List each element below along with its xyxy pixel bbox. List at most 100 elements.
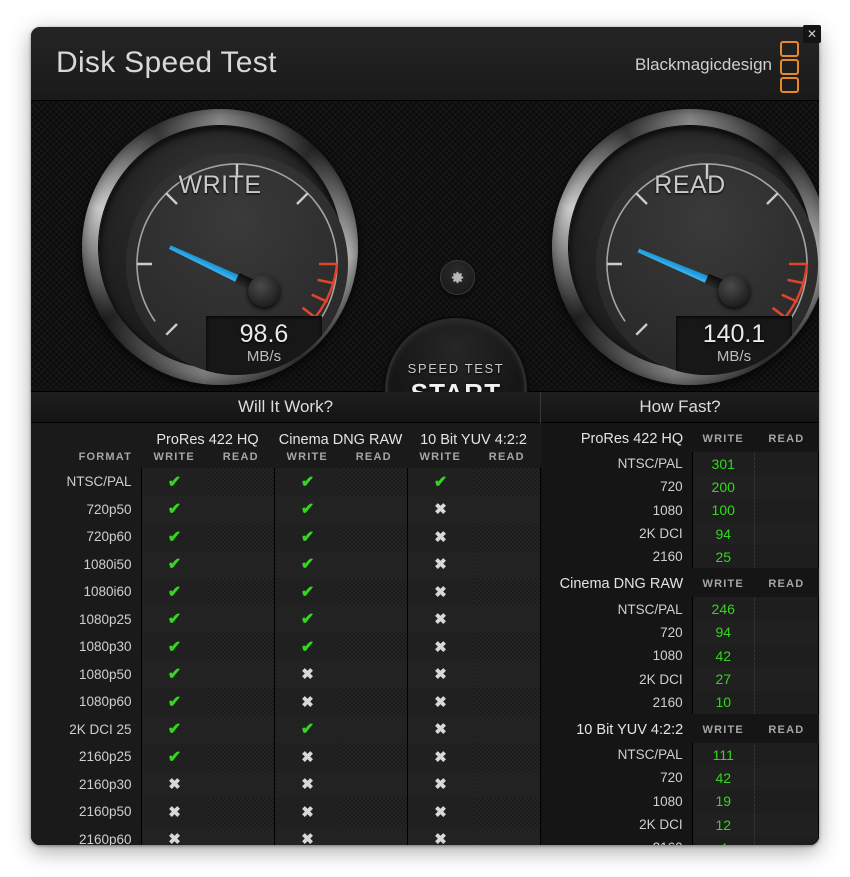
read-support-cell <box>208 551 275 579</box>
write-speed-value: 100 <box>691 498 755 522</box>
read-unit: MB/s <box>716 348 752 365</box>
cross-icon: ✖ <box>434 721 447 739</box>
how-fast-write-header: WRITE <box>702 578 744 591</box>
cross-icon: ✖ <box>168 803 181 821</box>
how-fast-group-header: ProRes 422 HQ WRITE READ <box>541 423 819 452</box>
write-support-cell: ✖ <box>406 743 474 771</box>
format-label: 1080p30 <box>31 633 141 661</box>
read-support-cell <box>208 468 275 496</box>
start-button-caption: SPEED TEST <box>407 361 505 376</box>
table-row: 1080p50 ✔ ✖ ✖ <box>31 660 541 688</box>
read-support-cell <box>473 495 541 523</box>
cross-icon: ✖ <box>301 803 314 821</box>
check-icon: ✔ <box>300 611 315 629</box>
format-label: 2160p60 <box>31 825 141 845</box>
how-fast-table: Cinema DNG RAW WRITE READ NTSC/PAL 246 720 94 1… <box>541 568 819 714</box>
cross-icon: ✖ <box>434 776 447 794</box>
how-fast-read-header: READ <box>768 723 805 736</box>
cross-icon: ✖ <box>301 666 314 684</box>
table-row: 21604 <box>541 836 819 845</box>
table-row: 1080p30 ✔ ✔ ✖ <box>31 633 541 661</box>
table-row: 2K DCI 12 <box>541 812 819 837</box>
read-support-cell <box>473 550 541 578</box>
write-support-cell: ✔ <box>140 633 208 661</box>
read-speed-value <box>753 452 819 476</box>
read-support-cell <box>473 743 541 771</box>
read-support-cell <box>208 578 275 606</box>
write-support-cell: ✖ <box>140 798 208 826</box>
table-row: 2160p30 ✖ ✖ ✖ <box>31 770 541 799</box>
write-support-cell: ✖ <box>273 798 341 826</box>
resolution-label: NTSC/PAL <box>617 456 683 472</box>
read-support-cell <box>341 743 408 771</box>
table-row: 1080p60 ✔ ✖ ✖ <box>31 688 541 716</box>
read-support-cell <box>208 716 275 744</box>
write-speed-value: 94 <box>691 521 755 546</box>
format-label: 1080i60 <box>31 578 141 606</box>
check-icon: ✔ <box>167 556 182 574</box>
format-label: 1080p25 <box>31 605 141 633</box>
read-support-cell <box>473 523 541 551</box>
read-gauge-hub <box>718 275 750 307</box>
write-support-cell: ✖ <box>406 495 474 523</box>
read-support-cell <box>341 716 408 744</box>
write-support-cell: ✔ <box>273 468 341 496</box>
results-area: Will It Work? FORMAT ProRes 422 HQ Cinem… <box>31 392 819 845</box>
check-icon: ✔ <box>167 473 182 491</box>
format-label: 720p60 <box>31 523 141 551</box>
check-icon: ✔ <box>167 528 182 546</box>
read-speed-value <box>753 475 819 499</box>
read-gauge-label: READ <box>654 171 726 199</box>
read-support-cell <box>473 605 541 633</box>
cross-icon: ✖ <box>434 803 447 821</box>
cross-icon: ✖ <box>434 556 447 574</box>
read-support-cell <box>341 633 408 661</box>
write-support-cell: ✔ <box>140 688 208 716</box>
cross-icon: ✖ <box>434 666 447 684</box>
how-fast-group-header: 10 Bit YUV 4:2:2 WRITE READ <box>541 714 819 743</box>
table-row: NTSC/PAL ✔ ✔ ✔ <box>31 468 541 496</box>
table-row: 720p60 ✔ ✔ ✖ <box>31 523 541 551</box>
read-speed-value <box>753 597 819 621</box>
check-icon: ✔ <box>300 501 315 519</box>
cross-icon: ✖ <box>301 776 314 794</box>
resolution-label: NTSC/PAL <box>617 601 683 617</box>
resolution-label: 2K DCI <box>639 671 683 687</box>
table-row: 1080 100 <box>541 498 819 522</box>
read-support-cell <box>341 798 408 826</box>
table-row: 720 200 <box>541 475 819 499</box>
title-bar: Disk Speed Test Blackmagicdesign <box>31 27 819 100</box>
how-fast-write-header: WRITE <box>702 723 744 736</box>
write-support-cell: ✖ <box>406 633 474 661</box>
table-row: NTSC/PAL 301 <box>541 452 819 476</box>
check-icon: ✔ <box>167 638 182 656</box>
brand-wordmark: Blackmagicdesign <box>634 55 772 74</box>
write-support-cell: ✖ <box>273 660 341 688</box>
group-header-prores: ProRes 422 HQ <box>156 432 259 448</box>
write-speed-value: 94 <box>691 620 755 645</box>
write-speed-value: 10 <box>691 690 755 714</box>
sub-header-read: READ <box>488 451 525 463</box>
read-gauge: 140.1 MB/s READ <box>552 109 819 385</box>
read-support-cell <box>208 771 275 799</box>
write-support-cell: ✔ <box>140 495 208 523</box>
how-fast-read-header: READ <box>768 433 805 445</box>
cross-icon: ✖ <box>434 528 447 546</box>
table-row: 2160p50 ✖ ✖ ✖ <box>31 798 541 826</box>
read-speed-value <box>753 742 819 767</box>
how-fast-table: 10 Bit YUV 4:2:2 WRITE READ NTSC/PAL 111 720 4… <box>541 713 819 845</box>
check-icon: ✔ <box>167 611 182 629</box>
check-icon: ✔ <box>167 693 182 711</box>
close-button[interactable]: ✕ <box>803 25 821 43</box>
sub-header-read: READ <box>355 451 392 463</box>
resolution-label: 720 <box>660 479 683 495</box>
how-fast-panel: How Fast? ProRes 422 HQ WRITE READ NTSC/PAL… <box>541 392 819 845</box>
write-support-cell: ✖ <box>406 605 474 633</box>
how-fast-group-name: 10 Bit YUV 4:2:2 <box>576 721 684 738</box>
how-fast-write-header: WRITE <box>702 433 744 445</box>
gear-icon <box>451 271 464 284</box>
read-speed-value <box>753 789 819 813</box>
write-support-cell: ✔ <box>140 660 208 688</box>
read-gauge-bezel: 140.1 MB/s <box>569 126 818 375</box>
settings-button[interactable] <box>440 260 475 295</box>
